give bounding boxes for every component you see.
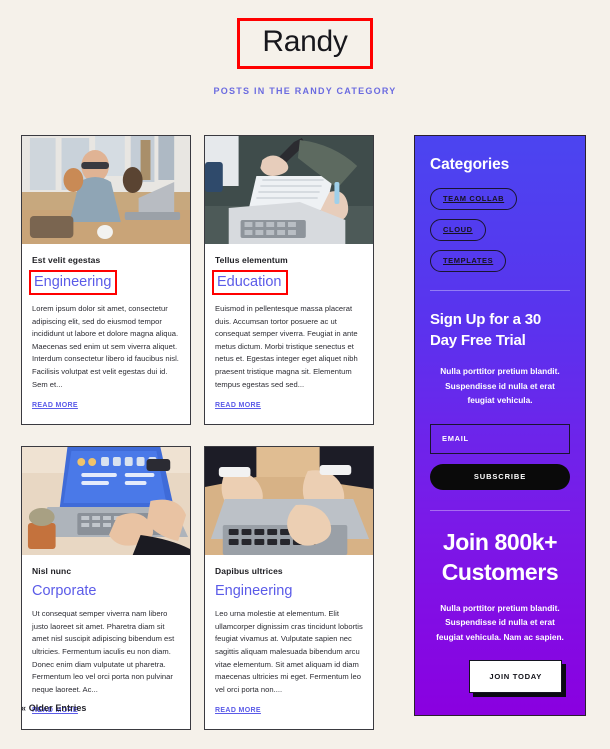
signup-text: Nulla porttitor pretium blandit. Suspend… (440, 366, 560, 405)
page-title-highlight-box: Randy (237, 18, 373, 69)
join-text: Nulla porttitor pretium blandit. Suspend… (436, 602, 564, 642)
post-kicker: Dapibus ultrices (215, 566, 283, 577)
post-row: Nisl nunc Corporate Ut consequat semper … (21, 446, 393, 731)
post-card[interactable]: Nisl nunc Corporate Ut consequat semper … (21, 446, 191, 731)
post-card[interactable]: Tellus elementum Education Euismod in pe… (204, 135, 374, 426)
post-thumbnail[interactable] (22, 447, 190, 556)
page-root: Randy POSTS IN THE RANDY CATEGORY Est ve… (0, 0, 610, 749)
read-more-link[interactable]: READ MORE (215, 402, 261, 409)
overhead-hands-keyboard-photo-icon (205, 447, 373, 556)
page-title: Randy (262, 25, 348, 58)
read-more-link[interactable]: READ MORE (215, 707, 261, 714)
post-card[interactable]: Est velit egestas Engineering Lorem ipsu… (21, 135, 191, 426)
older-entries-link[interactable]: « Older Entries (21, 703, 87, 713)
post-grid: Est velit egestas Engineering Lorem ipsu… (21, 135, 393, 731)
post-body: Est velit egestas Engineering Lorem ipsu… (22, 244, 190, 424)
page-subtitle: POSTS IN THE RANDY CATEGORY (213, 86, 397, 96)
join-widget: Join 800k+ Customers Nulla porttitor pre… (430, 527, 570, 693)
category-pill-templates[interactable]: TEMPLATES (430, 250, 507, 272)
post-category-link[interactable]: Education (212, 270, 288, 295)
cafe-laptop-photo-icon (22, 136, 190, 244)
categories-heading: Categories (430, 156, 510, 173)
join-today-button[interactable]: JOIN TODAY (469, 660, 562, 693)
notebook-writing-photo-icon (205, 136, 373, 244)
signup-title: Sign Up for a 30 Day Free Trial (430, 311, 541, 349)
desk-laptop-typing-photo-icon (22, 447, 190, 556)
post-body: Tellus elementum Education Euismod in pe… (205, 244, 373, 424)
join-title: Join 800k+ Customers (441, 528, 559, 585)
post-thumbnail[interactable] (22, 136, 190, 244)
category-pill-list: TEAM COLLAB CLOUD TEMPLATES (430, 188, 570, 281)
sidebar: Categories TEAM COLLAB CLOUD TEMPLATES S… (414, 135, 586, 716)
join-button-wrap: JOIN TODAY (430, 660, 570, 693)
post-category-link[interactable]: Engineering (215, 582, 292, 600)
post-category-wrap: Education (212, 270, 288, 295)
post-kicker: Tellus elementum (215, 255, 288, 265)
post-excerpt: Leo urna molestie at elementum. Elit ull… (215, 609, 363, 694)
read-more-link[interactable]: READ MORE (32, 402, 78, 409)
post-row: Est velit egestas Engineering Lorem ipsu… (21, 135, 393, 426)
post-category-link[interactable]: Engineering (29, 270, 118, 295)
signup-widget: Sign Up for a 30 Day Free Trial Nulla po… (430, 309, 570, 490)
post-excerpt: Ut consequat semper viverra nam libero j… (32, 609, 175, 694)
post-thumbnail[interactable] (205, 447, 373, 556)
post-card[interactable]: Dapibus ultrices Engineering Leo urna mo… (204, 446, 374, 731)
post-excerpt: Euismod in pellentesque massa placerat d… (215, 304, 358, 389)
post-kicker: Est velit egestas (32, 255, 101, 265)
post-thumbnail[interactable] (205, 136, 373, 244)
post-kicker: Nisl nunc (32, 566, 72, 577)
sidebar-divider-2 (430, 509, 570, 511)
category-pill-team-collab[interactable]: TEAM COLLAB (430, 188, 518, 210)
post-category-link[interactable]: Corporate (32, 582, 96, 600)
post-category-wrap: Engineering (29, 270, 118, 295)
subscribe-button[interactable]: SUBSCRIBE (430, 463, 570, 490)
post-category-wrap: Engineering (215, 582, 292, 600)
sidebar-divider (430, 290, 570, 291)
category-pill-cloud[interactable]: CLOUD (430, 219, 486, 241)
email-input[interactable] (430, 423, 570, 454)
post-body: Dapibus ultrices Engineering Leo urna mo… (205, 555, 373, 729)
post-excerpt: Lorem ipsum dolor sit amet, consectetur … (32, 304, 179, 389)
post-category-wrap: Corporate (32, 582, 96, 600)
page-header: Randy POSTS IN THE RANDY CATEGORY (0, 0, 610, 96)
